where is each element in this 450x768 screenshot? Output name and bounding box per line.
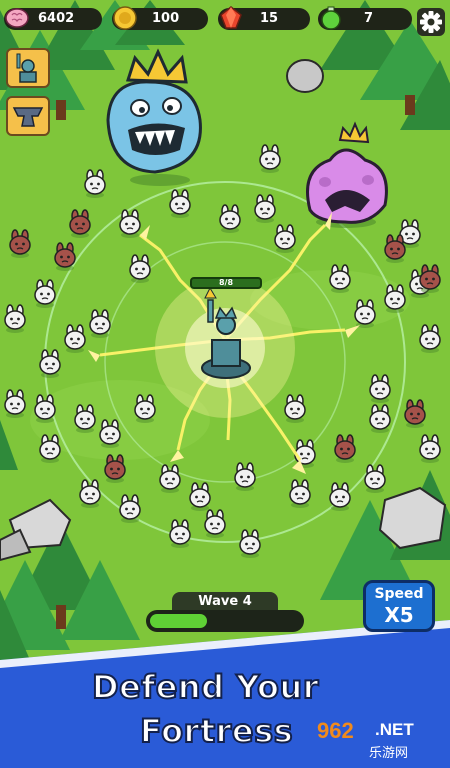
gem-icon [220, 6, 242, 29]
settings-button[interactable] [417, 8, 445, 36]
potion-count: 7 [364, 11, 374, 26]
potion-counter: 7 [318, 6, 412, 30]
statue-button[interactable] [6, 48, 50, 88]
brain-count: 6402 [38, 11, 75, 26]
watermark-sub: 乐游网 [369, 746, 409, 761]
forge-button[interactable] [6, 96, 50, 136]
gem-count: 15 [260, 11, 279, 26]
brain-icon [5, 8, 29, 28]
promo-headline-line2: Fortress [139, 711, 294, 751]
watermark-net: .NET [375, 720, 414, 739]
tower-hp-text: 8/8 [218, 278, 234, 287]
rock [286, 59, 324, 93]
promo-headline-line1: Defend Your [91, 667, 320, 707]
tower-hp-bar: 8/8 [190, 277, 262, 289]
speed-button[interactable]: Speed X5 [363, 580, 435, 632]
coin-counter: 100 [112, 6, 208, 30]
wave-label: Wave 4 [172, 592, 278, 612]
gem-counter: 15 [218, 6, 310, 30]
coin-icon [113, 6, 137, 30]
speed-multiplier: X5 [384, 603, 414, 627]
site-watermark: 962 .NET 乐游网 [307, 716, 447, 764]
brain-counter: 6402 [4, 8, 102, 30]
potion-icon [321, 6, 341, 30]
gear-icon [420, 11, 442, 33]
watermark-number: 962 [317, 718, 354, 743]
statue-icon [16, 53, 37, 83]
anvil-icon [12, 107, 44, 127]
wave-progress-fill [150, 614, 207, 628]
wave-progress-bar [146, 610, 304, 632]
speed-label: Speed [374, 586, 424, 602]
game-screen: 6402 100 15 7 8/8 Wave 4 Speed X5 Defend… [0, 0, 450, 768]
coin-count: 100 [152, 11, 180, 26]
battlefield [0, 0, 450, 768]
